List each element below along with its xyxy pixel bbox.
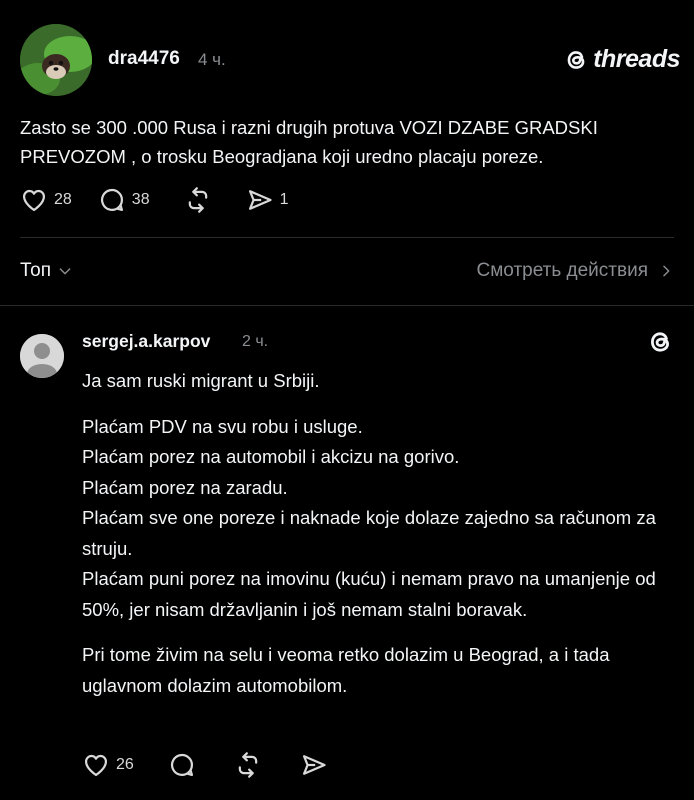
reply-username[interactable]: sergej.a.karpov [82,331,210,352]
reply-line: Plaćam puni porez na imovinu (kuću) i ne… [82,568,656,620]
like-count: 28 [54,191,72,208]
threads-brand: threads [563,45,680,74]
sort-dropdown[interactable]: Топ [20,260,73,282]
reply-intro: Ja sam ruski migrant u Srbiji. [82,370,320,391]
repost-icon [188,187,207,213]
reply-line: Plaćam PDV na svu robu i usluge. [82,415,363,437]
reply-line: Plaćam porez na automobil i akcizu na go… [82,446,460,467]
reply-text: Ja sam ruski migrant u Srbiji. Plaćam PD… [82,366,662,701]
post-actions: 28 38 1 [20,186,289,214]
chevron-right-icon [663,265,670,277]
sort-label: Топ [20,260,51,281]
repost-button[interactable] [234,751,262,779]
avatar[interactable] [20,334,64,378]
threads-wordmark: threads [593,45,680,73]
like-button[interactable]: 28 [20,186,72,214]
reply-closing: Pri tome živim na selu i veoma retko dol… [82,644,610,696]
threads-logo-icon [567,50,585,69]
avatar[interactable] [20,24,92,96]
share-icon [302,755,326,775]
reply: sergej.a.karpov 2 ч. Ja sam ruski migran… [0,306,694,800]
repost-icon [238,752,258,778]
share-button[interactable]: 1 [246,186,289,214]
comment-button[interactable]: 38 [98,186,150,214]
heart-icon [22,189,46,212]
heart-icon [84,754,108,777]
chevron-down-icon [59,268,71,275]
like-button[interactable]: 26 [82,751,134,779]
repost-button[interactable] [184,186,212,214]
reply-time: 2 ч. [242,333,269,350]
reply-line: Plaćam sve one poreze i naknade koje dol… [82,507,656,559]
comment-button[interactable] [168,751,196,779]
threads-logo-button[interactable] [646,328,674,361]
reply-line: Plaćam porez na zaradu. [82,476,288,498]
share-button[interactable] [300,751,328,779]
post-time: 4 ч. [198,50,226,69]
post-username[interactable]: dra4476 [108,48,180,70]
divider [20,237,674,238]
like-count: 26 [116,756,134,773]
comment-icon [170,753,193,777]
reply-actions: 26 [82,751,328,779]
share-count: 1 [279,191,289,208]
share-icon [248,190,272,210]
post-text: Zasto se 300 .000 Rusa i razni drugih pr… [20,117,598,167]
view-activity-link[interactable]: Смотреть действия [477,260,674,282]
threads-logo-icon [651,332,669,352]
comment-icon [100,188,123,212]
comment-count: 38 [131,191,150,208]
activity-label: Смотреть действия [476,260,648,281]
post-header: dra4476 4 ч. threads [20,24,680,96]
